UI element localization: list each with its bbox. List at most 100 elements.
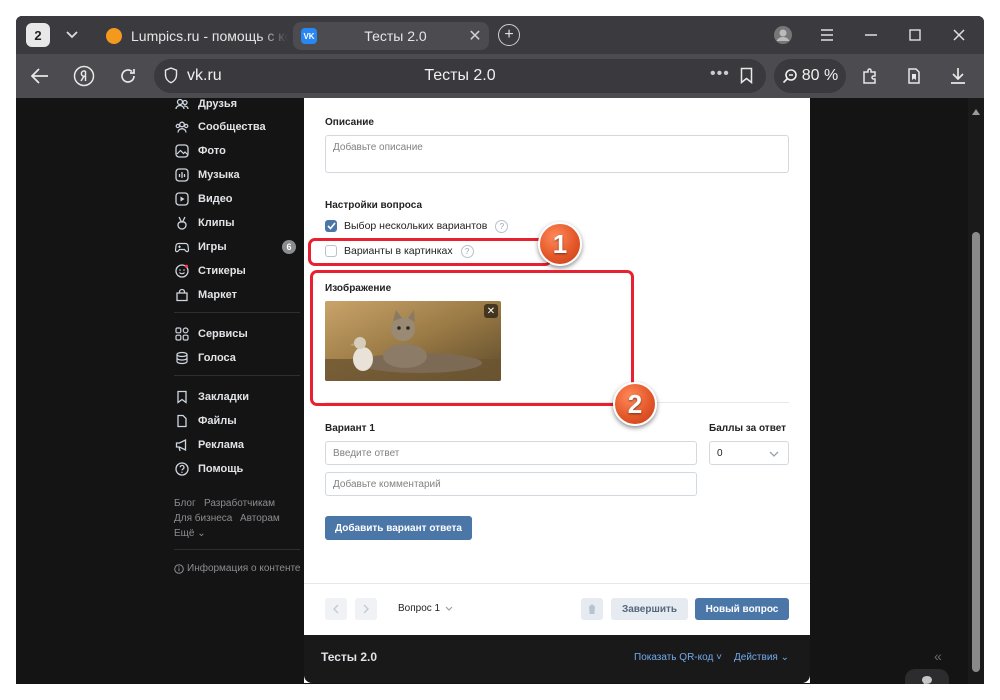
sidebar-divider xyxy=(174,549,300,550)
footer-link-authors[interactable]: Авторам xyxy=(240,513,280,524)
sidebar-item-friends[interactable]: Друзья xyxy=(174,98,237,114)
multiple-choice-option[interactable]: Выбор нескольких вариантов ? xyxy=(325,219,509,233)
bookmark-icon[interactable] xyxy=(740,67,753,89)
next-question-arrow-icon[interactable] xyxy=(355,598,377,620)
info-icon xyxy=(174,563,184,574)
points-select[interactable]: 0 xyxy=(709,441,789,465)
sidebar-item-ads[interactable]: Реклама xyxy=(174,435,244,455)
vk-favicon-icon: VK xyxy=(301,28,317,44)
footer-link-developers[interactable]: Разработчикам xyxy=(204,498,275,509)
checkbox-checked-icon[interactable] xyxy=(325,220,337,232)
tab-close-icon[interactable]: ✕ xyxy=(465,26,485,46)
show-qr-link[interactable]: Показать QR-код ˅ xyxy=(634,652,722,663)
content-info-link[interactable]: Информация о контенте xyxy=(174,563,301,574)
close-window-icon[interactable] xyxy=(948,24,970,46)
address-page-title: Тесты 2.0 xyxy=(424,67,496,84)
video-icon xyxy=(174,191,190,207)
back-arrow-icon[interactable] xyxy=(24,60,56,92)
tab-title: Lumpics.ru - помощь с компьютером xyxy=(131,28,288,44)
chat-bubble-icon[interactable] xyxy=(905,669,949,684)
sidebar-item-video[interactable]: Видео xyxy=(174,189,233,209)
address-bar[interactable]: vk.ru Тесты 2.0 ••• xyxy=(154,59,766,93)
tab-tests[interactable]: VK Тесты 2.0 ✕ xyxy=(293,22,489,50)
tab-lumpics[interactable]: Lumpics.ru - помощь с компьютером xyxy=(98,22,288,50)
reload-icon[interactable] xyxy=(112,60,144,92)
footer-title: Тесты 2.0 xyxy=(321,650,378,664)
sidebar-item-music[interactable]: Музыка xyxy=(174,165,240,185)
download-icon[interactable] xyxy=(942,60,974,92)
communities-icon xyxy=(174,119,190,135)
scroll-thumb[interactable] xyxy=(972,232,980,672)
sidebar-item-votes[interactable]: Голоса xyxy=(174,348,236,368)
annotation-highlight-box-2 xyxy=(310,270,634,406)
music-icon xyxy=(174,167,190,183)
tab-strip: 2 Lumpics.ru - помощь с компьютером VK Т… xyxy=(16,16,984,54)
sidebar-divider xyxy=(174,375,300,376)
zoom-indicator[interactable]: 80 % xyxy=(774,59,846,93)
page-viewport: Друзья Сообщества Фото Музыка Видео Клип… xyxy=(16,98,984,684)
card-footer-divider xyxy=(304,583,810,584)
sidebar-item-communities[interactable]: Сообщества xyxy=(174,117,266,137)
question-settings-label: Настройки вопроса xyxy=(325,200,423,211)
chevron-down-icon xyxy=(445,606,453,611)
collections-icon[interactable] xyxy=(898,60,930,92)
page-scrollbar[interactable] xyxy=(968,98,984,684)
minimize-icon[interactable] xyxy=(860,24,882,46)
zoom-magnifier-icon xyxy=(782,69,797,84)
finish-button[interactable]: Завершить xyxy=(611,598,688,620)
games-count-badge: 6 xyxy=(282,240,296,254)
stickers-icon xyxy=(174,263,190,279)
scroll-up-arrow-icon[interactable] xyxy=(972,102,980,120)
new-tab-plus-icon[interactable]: + xyxy=(498,24,520,46)
ads-icon xyxy=(174,437,190,453)
photo-icon xyxy=(174,143,190,159)
sidebar-item-stickers[interactable]: Стикеры xyxy=(174,261,246,281)
more-dots-icon[interactable]: ••• xyxy=(710,65,730,83)
annotation-highlight-box-1 xyxy=(308,238,552,266)
address-domain: vk.ru xyxy=(187,67,222,84)
sidebar-divider xyxy=(174,312,300,313)
yandex-logo-icon[interactable] xyxy=(68,60,100,92)
profile-avatar-icon[interactable] xyxy=(772,24,794,46)
question-selector[interactable]: Вопрос 1 xyxy=(398,603,453,614)
collapse-chevrons-icon[interactable]: « xyxy=(934,648,942,664)
chevron-down-icon xyxy=(769,451,779,457)
actions-link[interactable]: Действия ⌄ xyxy=(734,652,789,663)
sidebar-item-services[interactable]: Сервисы xyxy=(174,324,248,344)
help-icon xyxy=(174,461,190,477)
prev-question-arrow-icon[interactable] xyxy=(325,598,347,620)
delete-question-trash-icon[interactable] xyxy=(581,598,603,620)
annotation-badge-2: 2 xyxy=(613,382,657,426)
extensions-icon[interactable] xyxy=(854,60,886,92)
sidebar-item-photo[interactable]: Фото xyxy=(174,141,226,161)
sidebar-item-help[interactable]: Помощь xyxy=(174,459,243,479)
tab-count-button[interactable]: 2 xyxy=(26,23,50,47)
services-icon xyxy=(174,326,190,342)
footer-link-more[interactable]: Ещё ⌄ xyxy=(174,528,206,539)
points-label: Баллы за ответ xyxy=(709,423,787,434)
menu-hamburger-icon[interactable] xyxy=(816,24,838,46)
sidebar-item-games[interactable]: Игры xyxy=(174,237,227,257)
footer-link-business[interactable]: Для бизнеса xyxy=(174,513,232,524)
add-variant-button[interactable]: Добавить вариант ответа xyxy=(325,516,472,540)
tab-title: Тесты 2.0 xyxy=(364,28,427,44)
sidebar-item-market[interactable]: Маркет xyxy=(174,285,237,305)
browser-window: 2 Lumpics.ru - помощь с компьютером VK Т… xyxy=(16,16,984,684)
comment-input[interactable]: Добавьте комментарий xyxy=(325,472,697,496)
help-question-icon[interactable]: ? xyxy=(495,219,509,233)
test-footer-bar: Тесты 2.0 Показать QR-код ˅ Действия ⌄ xyxy=(304,635,810,683)
bookmarks-icon xyxy=(174,389,190,405)
sidebar-item-files[interactable]: Файлы xyxy=(174,411,237,431)
footer-link-blog[interactable]: Блог xyxy=(174,498,196,509)
description-input[interactable]: Добавьте описание xyxy=(325,135,789,173)
tab-list-chevron-icon[interactable] xyxy=(58,23,86,47)
maximize-icon[interactable] xyxy=(904,24,926,46)
sidebar-item-clips[interactable]: Клипы xyxy=(174,213,235,233)
answer-input[interactable]: Введите ответ xyxy=(325,441,697,465)
files-icon xyxy=(174,413,190,429)
annotation-badge-1: 1 xyxy=(538,222,582,266)
variant-label: Вариант 1 xyxy=(325,423,375,434)
shield-icon[interactable] xyxy=(164,67,178,89)
sidebar-item-bookmarks[interactable]: Закладки xyxy=(174,387,249,407)
new-question-button[interactable]: Новый вопрос xyxy=(695,598,789,620)
